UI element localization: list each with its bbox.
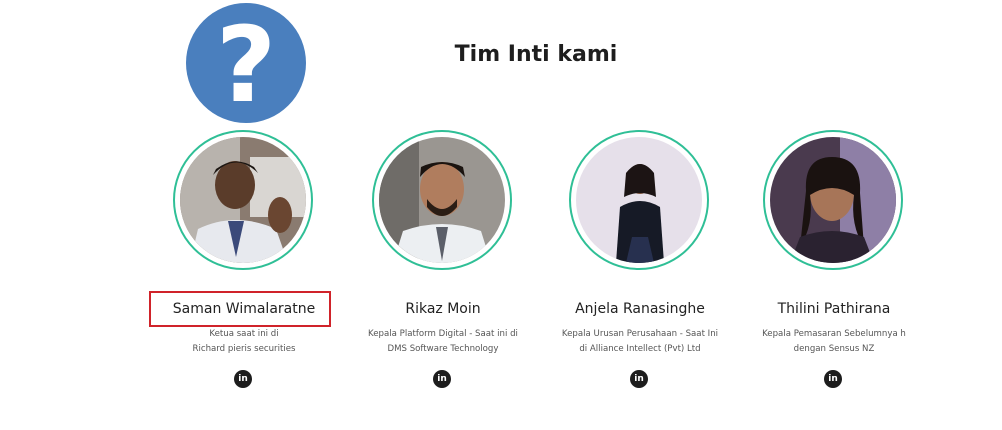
member-role-line: di Alliance Intellect (Pvt) Ltd bbox=[579, 344, 701, 354]
help-question-icon: ? bbox=[186, 3, 306, 123]
member-photo bbox=[379, 137, 505, 263]
linkedin-icon[interactable]: in bbox=[824, 370, 842, 388]
team-member-card: Rikaz Moin Kepala Platform Digital - Saa… bbox=[343, 130, 543, 400]
linkedin-icon[interactable]: in bbox=[630, 370, 648, 388]
team-member-card: Saman Wimalaratne Ketua saat ini di Rich… bbox=[144, 130, 344, 400]
member-role-line: Kepala Platform Digital - Saat ini di bbox=[368, 329, 518, 339]
member-role-line: Ketua saat ini di bbox=[209, 329, 279, 339]
member-role-line: Kepala Pemasaran Sebelumnya h bbox=[762, 329, 906, 339]
linkedin-icon[interactable]: in bbox=[433, 370, 451, 388]
member-photo bbox=[770, 137, 896, 263]
member-role-line: DMS Software Technology bbox=[387, 344, 499, 354]
member-role: Kepala Urusan Perusahaan - Saat Ini di A… bbox=[540, 327, 740, 357]
avatar-ring bbox=[569, 130, 709, 270]
member-role: Kepala Pemasaran Sebelumnya h dengan Sen… bbox=[734, 327, 934, 357]
member-name: Thilini Pathirana bbox=[777, 301, 891, 317]
question-mark-glyph: ? bbox=[215, 4, 277, 126]
member-role-line: Richard pieris securities bbox=[192, 344, 296, 354]
member-name: Rikaz Moin bbox=[405, 301, 481, 317]
avatar-ring bbox=[372, 130, 512, 270]
member-role: Kepala Platform Digital - Saat ini di DM… bbox=[343, 327, 543, 357]
member-name: Saman Wimalaratne bbox=[172, 301, 316, 317]
member-role-line: dengan Sensus NZ bbox=[793, 344, 875, 354]
avatar-ring bbox=[173, 130, 313, 270]
member-photo bbox=[180, 137, 306, 263]
linkedin-icon[interactable]: in bbox=[234, 370, 252, 388]
member-role: Ketua saat ini di Richard pieris securit… bbox=[144, 327, 344, 357]
avatar-ring bbox=[763, 130, 903, 270]
member-name: Anjela Ranasinghe bbox=[575, 301, 705, 317]
member-role-line: Kepala Urusan Perusahaan - Saat Ini bbox=[561, 329, 719, 339]
team-member-card: Anjela Ranasinghe Kepala Urusan Perusaha… bbox=[540, 130, 740, 400]
team-member-card: Thilini Pathirana Kepala Pemasaran Sebel… bbox=[734, 130, 934, 400]
member-photo bbox=[576, 137, 702, 263]
section-title: Tim Inti kami bbox=[454, 42, 618, 67]
